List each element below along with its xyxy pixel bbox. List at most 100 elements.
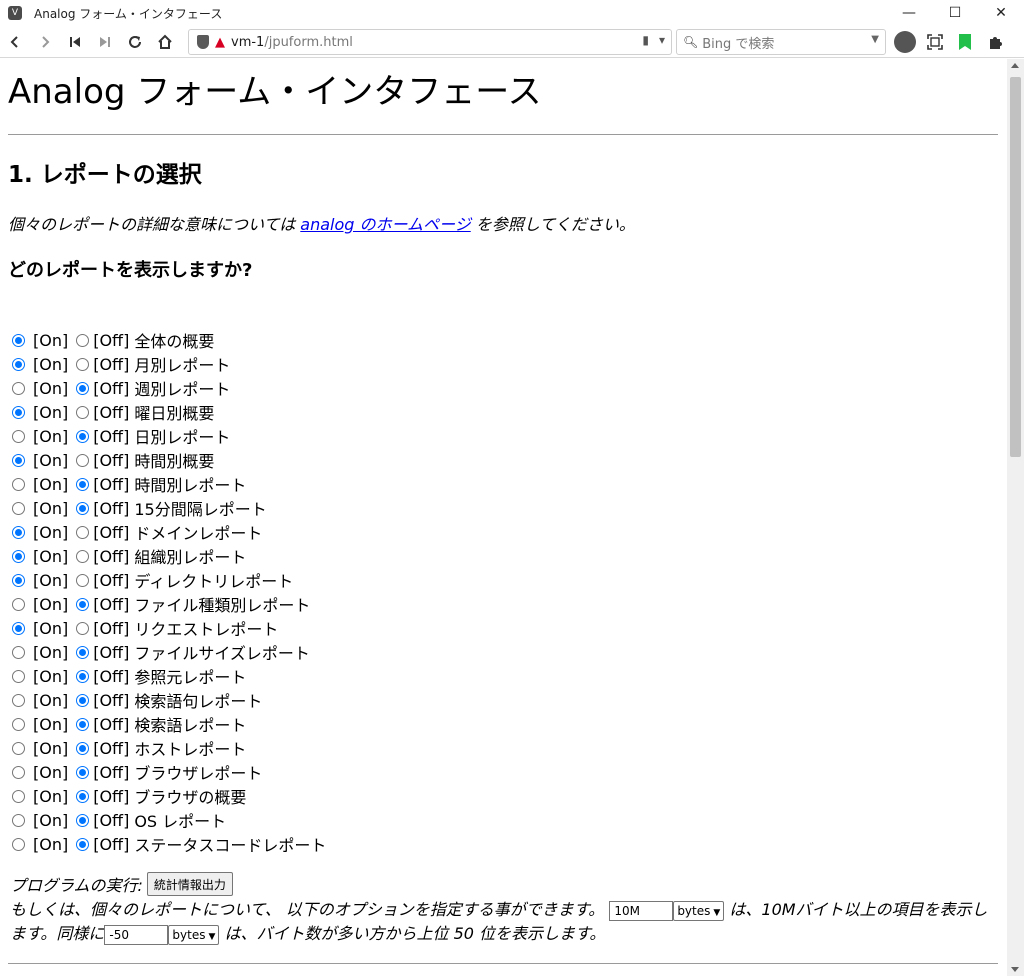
report-on-radio[interactable] xyxy=(12,693,25,707)
report-off-radio[interactable] xyxy=(76,813,90,827)
report-on-radio[interactable] xyxy=(12,717,25,731)
top-count-input[interactable]: -50 xyxy=(104,924,169,945)
report-on-radio[interactable] xyxy=(12,765,25,779)
on-label: [On] xyxy=(33,642,69,662)
report-off-radio[interactable] xyxy=(76,837,90,851)
report-on-radio[interactable] xyxy=(12,525,25,539)
report-on-radio[interactable] xyxy=(12,669,25,683)
report-off-radio[interactable] xyxy=(76,405,90,419)
report-on-radio[interactable] xyxy=(12,573,25,587)
search-input[interactable]: 🔍︎ Bing で検索 ▼ xyxy=(676,29,886,55)
report-row: [On] [Off] ディレクトリレポート xyxy=(12,568,326,592)
scrollbar-thumb[interactable] xyxy=(1010,77,1021,457)
report-on-radio[interactable] xyxy=(12,357,25,371)
close-button[interactable]: ✕ xyxy=(978,0,1024,26)
off-label: [Off] xyxy=(93,474,130,494)
off-label: [Off] xyxy=(93,378,130,398)
scroll-down-arrow-icon[interactable] xyxy=(1011,967,1019,972)
report-off-radio[interactable] xyxy=(76,573,90,587)
size-unit-select[interactable]: bytes ▼ xyxy=(673,900,725,921)
report-name: 時間別レポート xyxy=(134,476,247,495)
reading-list-icon[interactable] xyxy=(959,34,971,50)
report-row: [On] [Off] 検索語句レポート xyxy=(12,688,326,712)
report-on-radio[interactable] xyxy=(12,741,25,755)
report-off-radio[interactable] xyxy=(76,693,90,707)
run-statistics-button[interactable]: 統計情報出力 xyxy=(146,872,233,896)
chevron-down-icon[interactable]: ▾ xyxy=(659,33,665,47)
divider xyxy=(8,134,998,135)
top-unit-select[interactable]: bytes ▼ xyxy=(168,924,220,945)
size-threshold-input[interactable]: 10M xyxy=(609,900,674,921)
report-on-radio[interactable] xyxy=(12,453,25,467)
report-off-radio[interactable] xyxy=(76,429,90,443)
warning-icon: ▲ xyxy=(215,34,225,50)
search-engine-dropdown-icon[interactable]: ▼ xyxy=(871,34,879,45)
vertical-scrollbar[interactable] xyxy=(1007,59,1024,976)
report-on-radio[interactable] xyxy=(12,621,25,635)
on-label: [On] xyxy=(33,378,69,398)
report-on-radio[interactable] xyxy=(12,813,25,827)
report-off-radio[interactable] xyxy=(76,621,90,635)
report-on-radio[interactable] xyxy=(12,837,25,851)
report-on-radio[interactable] xyxy=(12,381,25,395)
report-on-radio[interactable] xyxy=(12,405,25,419)
report-on-radio[interactable] xyxy=(12,429,25,443)
capture-icon xyxy=(927,34,943,50)
chevron-down-icon: ▼ xyxy=(713,907,721,918)
report-off-radio[interactable] xyxy=(76,765,90,779)
off-label: [Off] xyxy=(93,810,130,830)
report-name: ブラウザの概要 xyxy=(134,788,247,807)
report-off-radio[interactable] xyxy=(76,477,90,491)
report-off-radio[interactable] xyxy=(76,789,90,803)
report-off-radio[interactable] xyxy=(76,333,90,347)
extensions-button[interactable] xyxy=(980,27,1010,57)
report-name: 曜日別概要 xyxy=(134,404,215,423)
report-name: 組織別レポート xyxy=(134,548,247,567)
report-on-radio[interactable] xyxy=(12,597,25,611)
home-button[interactable] xyxy=(150,27,180,57)
report-off-radio[interactable] xyxy=(76,645,90,659)
report-off-radio[interactable] xyxy=(76,549,90,563)
back-button[interactable] xyxy=(0,27,30,57)
report-on-radio[interactable] xyxy=(12,333,25,347)
report-on-radio[interactable] xyxy=(12,549,25,563)
off-label: [Off] xyxy=(93,762,130,782)
report-row: [On] [Off] 月別レポート xyxy=(12,352,326,376)
report-name: 検索語句レポート xyxy=(134,692,263,711)
scroll-up-arrow-icon[interactable] xyxy=(1011,63,1019,68)
fast-forward-button[interactable] xyxy=(90,27,120,57)
analog-homepage-link[interactable]: analog のホームページ xyxy=(300,215,470,234)
on-label: [On] xyxy=(33,498,69,518)
profile-avatar-icon[interactable] xyxy=(894,31,916,53)
report-row: [On] [Off] ホストレポート xyxy=(12,736,326,760)
capture-button[interactable] xyxy=(920,27,950,57)
report-on-radio[interactable] xyxy=(12,477,25,491)
report-off-radio[interactable] xyxy=(76,741,90,755)
report-on-radio[interactable] xyxy=(12,501,25,515)
report-off-radio[interactable] xyxy=(76,501,90,515)
maximize-button[interactable]: ☐ xyxy=(932,0,978,26)
forward-button[interactable] xyxy=(30,27,60,57)
report-off-radio[interactable] xyxy=(76,357,90,371)
report-row: [On] [Off] 全体の概要 xyxy=(12,328,326,352)
off-label: [Off] xyxy=(93,522,130,542)
report-row: [On] [Off] OS レポート xyxy=(12,808,326,832)
report-off-radio[interactable] xyxy=(76,525,90,539)
report-on-radio[interactable] xyxy=(12,645,25,659)
address-bar[interactable]: ▲ vm-1/jpuform.html ▮ ▾ xyxy=(188,29,672,55)
report-on-radio[interactable] xyxy=(12,789,25,803)
report-off-radio[interactable] xyxy=(76,597,90,611)
report-off-radio[interactable] xyxy=(76,381,90,395)
report-off-radio[interactable] xyxy=(76,717,90,731)
reload-button[interactable] xyxy=(120,27,150,57)
off-label: [Off] xyxy=(93,354,130,374)
rewind-button[interactable] xyxy=(60,27,90,57)
on-label: [On] xyxy=(33,690,69,710)
report-off-radio[interactable] xyxy=(76,453,90,467)
minimize-button[interactable]: — xyxy=(886,0,932,26)
bookmark-outline-icon[interactable]: ▮ xyxy=(642,33,649,47)
report-row: [On] [Off] 検索語レポート xyxy=(12,712,326,736)
rewind-icon xyxy=(70,36,80,47)
report-off-radio[interactable] xyxy=(76,669,90,683)
report-row: [On] [Off] 15分間隔レポート xyxy=(12,496,326,520)
